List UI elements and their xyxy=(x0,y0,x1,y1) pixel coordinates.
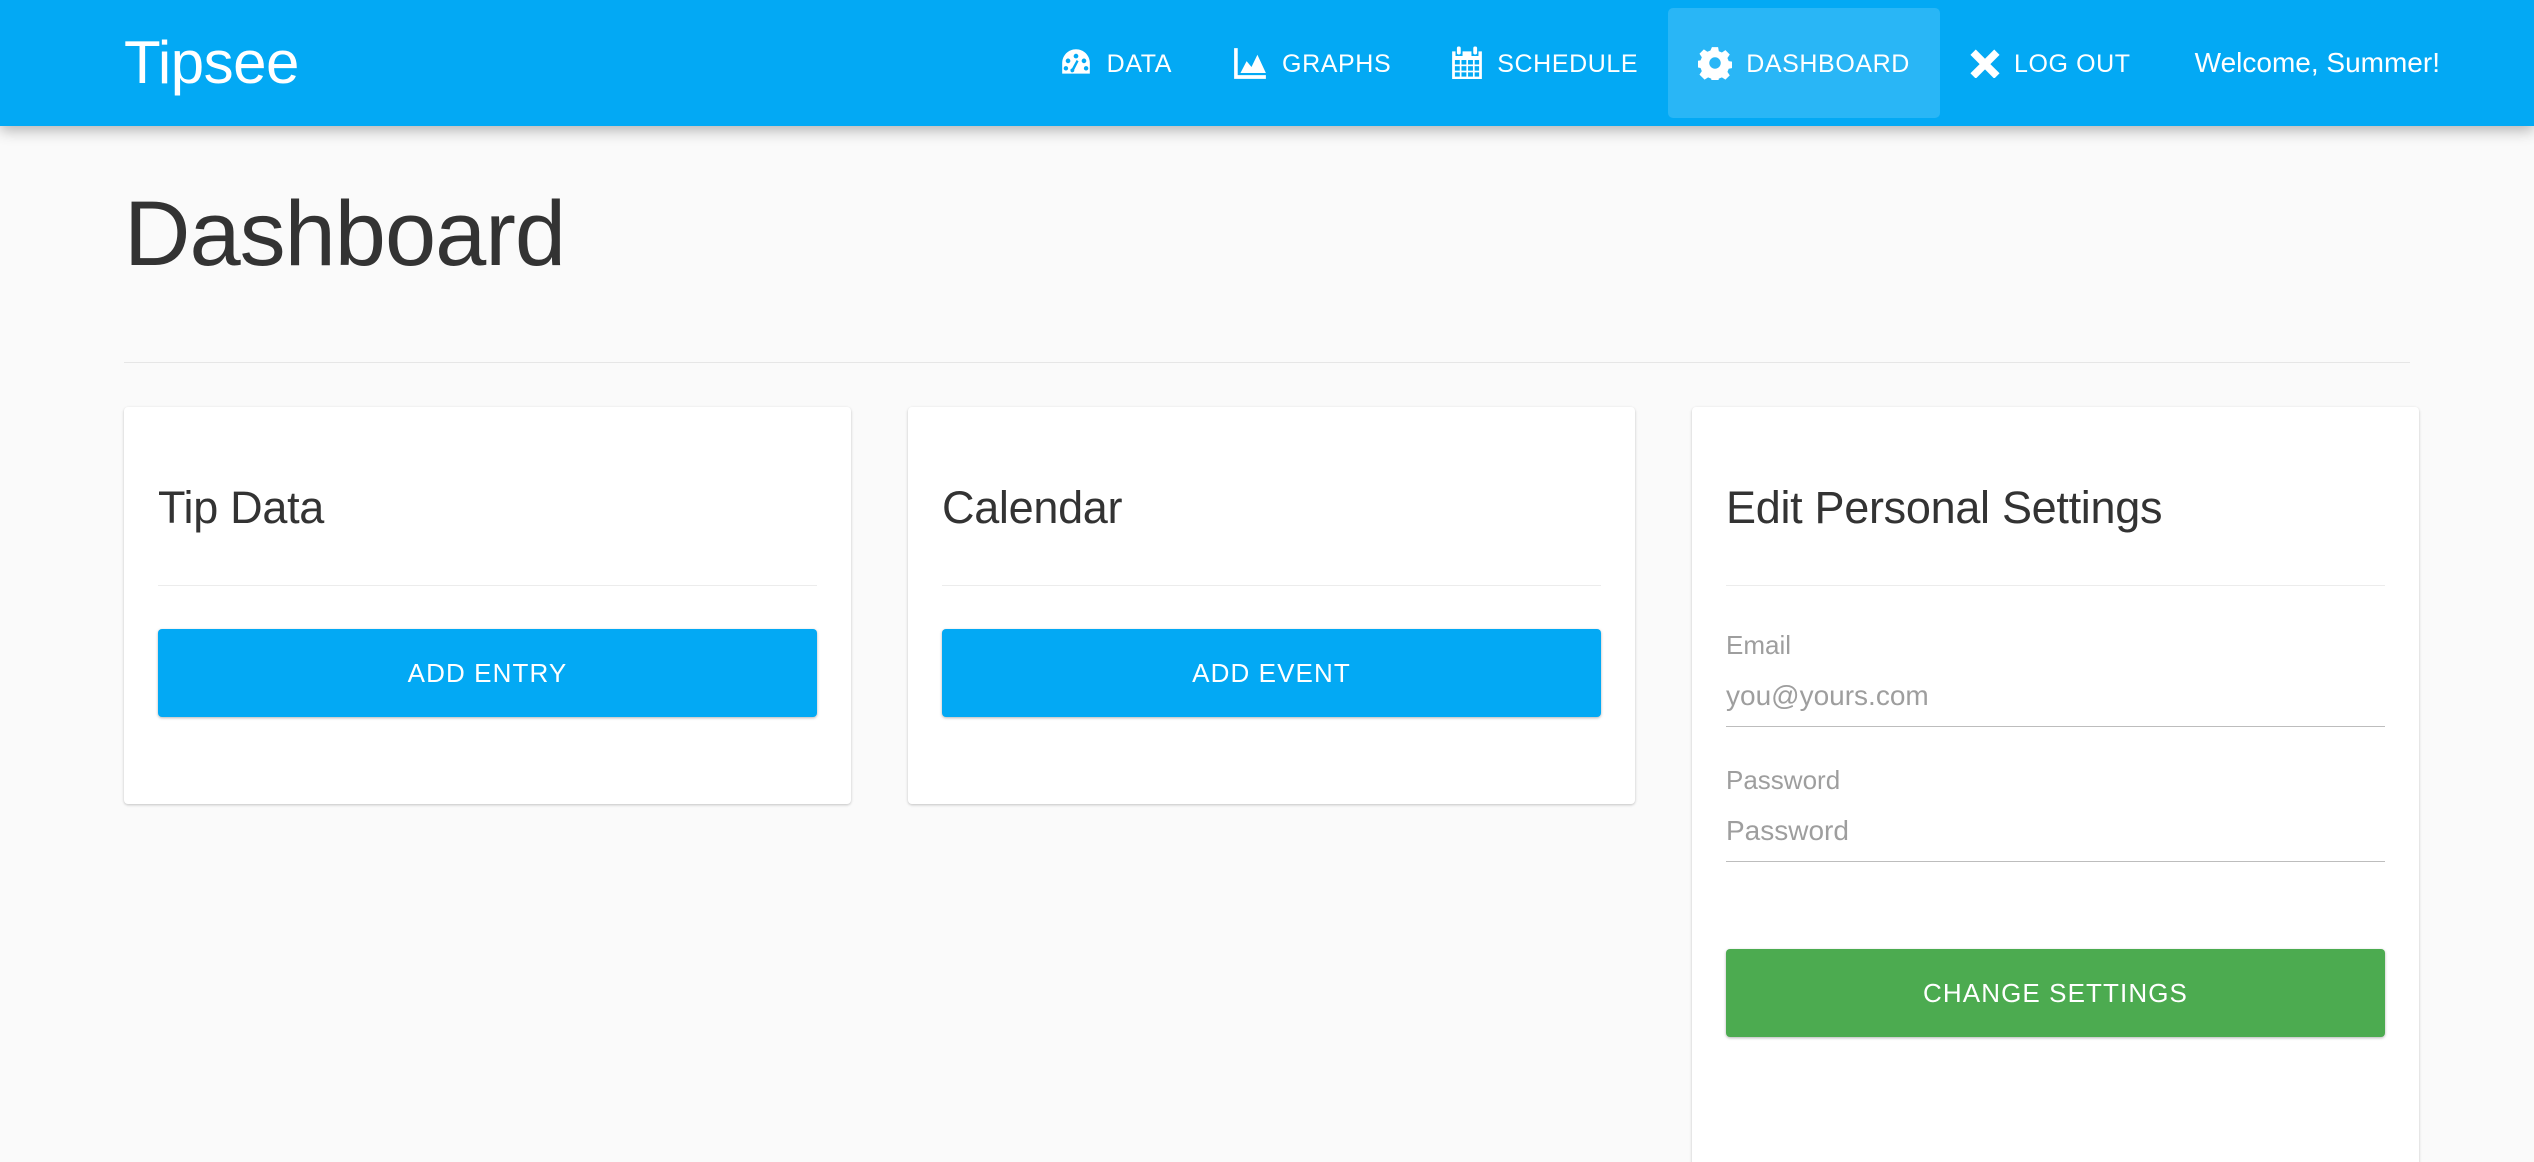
nav-item-dashboard[interactable]: DASHBOARD xyxy=(1668,8,1940,118)
email-field-group: Email xyxy=(1726,632,2385,727)
nav-item-logout-label: LOG OUT xyxy=(2013,49,2131,78)
email-label: Email xyxy=(1726,630,1792,660)
nav-item-logout[interactable]: LOG OUT xyxy=(1940,8,2161,118)
password-input[interactable] xyxy=(1726,793,2385,862)
change-settings-button[interactable]: CHANGE SETTINGS xyxy=(1726,949,2385,1037)
nav-item-graphs[interactable]: GRAPHS xyxy=(1202,8,1421,118)
close-x-icon xyxy=(1970,48,2000,78)
card-tip-data-title: Tip Data xyxy=(158,482,324,533)
tachometer-icon xyxy=(1059,46,1093,80)
dashboard-cards: Tip Data ADD ENTRY Calendar ADD EVENT Ed… xyxy=(124,407,2419,1162)
nav-item-schedule[interactable]: SCHEDULE xyxy=(1421,8,1668,118)
nav-item-schedule-label: SCHEDULE xyxy=(1497,49,1639,78)
card-tip-data-rule xyxy=(158,585,817,586)
page-title: Dashboard xyxy=(124,183,566,285)
card-calendar: Calendar ADD EVENT xyxy=(908,407,1635,804)
card-personal-settings-rule xyxy=(1726,585,2385,586)
nav-item-data[interactable]: DATA xyxy=(1029,8,1202,118)
add-event-button[interactable]: ADD EVENT xyxy=(942,629,1601,717)
title-divider xyxy=(124,362,2410,363)
area-chart-icon xyxy=(1232,46,1268,80)
welcome-message: Welcome, Summer! xyxy=(2194,47,2440,78)
nav-item-data-label: DATA xyxy=(1106,49,1173,78)
nav-item-dashboard-label: DASHBOARD xyxy=(1746,49,1910,78)
card-tip-data: Tip Data ADD ENTRY xyxy=(124,407,851,804)
top-navbar: Tipsee DATA GRAPHS SCHEDULE DASHBOARD LO… xyxy=(0,0,2534,126)
nav-item-graphs-label: GRAPHS xyxy=(1282,49,1392,78)
brand-logo[interactable]: Tipsee xyxy=(124,33,299,93)
primary-navigation: DATA GRAPHS SCHEDULE DASHBOARD LOG OUT W… xyxy=(1029,0,2534,126)
email-input[interactable] xyxy=(1726,658,2385,727)
card-personal-settings-title: Edit Personal Settings xyxy=(1726,482,2163,533)
add-entry-button[interactable]: ADD ENTRY xyxy=(158,629,817,717)
password-label: Password xyxy=(1726,765,1841,795)
card-calendar-title: Calendar xyxy=(942,482,1123,533)
password-field-group: Password xyxy=(1726,767,2385,862)
card-calendar-rule xyxy=(942,585,1601,586)
gear-icon xyxy=(1698,46,1733,80)
card-personal-settings: Edit Personal Settings Email Password CH… xyxy=(1692,407,2419,1162)
page-content: Dashboard Tip Data ADD ENTRY Calendar AD… xyxy=(0,126,2534,1162)
calendar-icon xyxy=(1451,46,1483,80)
